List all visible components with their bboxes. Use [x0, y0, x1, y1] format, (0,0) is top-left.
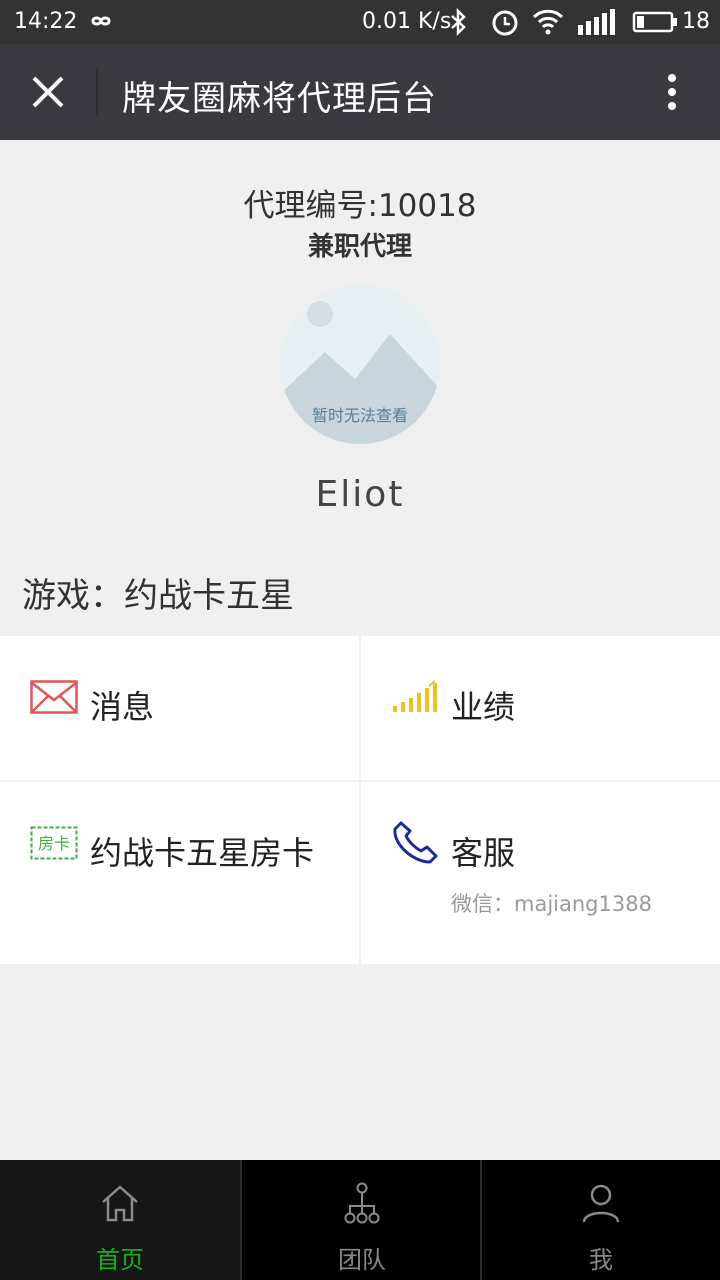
- agent-id: 代理编号:10018: [243, 188, 477, 224]
- user-icon: [581, 1182, 621, 1226]
- battery-icon: [632, 11, 678, 39]
- room-card-icon-text: 房卡: [38, 834, 70, 853]
- wifi-icon: [532, 9, 564, 41]
- bluetooth-icon: [448, 7, 470, 42]
- game-label: 游戏：约战卡五星: [22, 576, 294, 616]
- team-icon: [342, 1182, 382, 1226]
- title-bar: 牌友圈麻将代理后台: [0, 44, 720, 140]
- bar-chart-icon: [391, 680, 439, 718]
- home-icon: [100, 1182, 140, 1226]
- performance-label: 业绩: [451, 688, 516, 726]
- status-time: 14:22: [14, 9, 78, 34]
- agent-type: 兼职代理: [307, 232, 412, 262]
- messages-cell[interactable]: 消息: [0, 636, 359, 780]
- profile-section: 代理编号:10018 兼职代理 暂时无法查看 Eliot 游戏：约战卡五星: [0, 140, 720, 636]
- status-bar: 14:22 0.01 K/s 18: [0, 0, 720, 44]
- tab-team-label: 团队: [338, 1246, 386, 1274]
- battery-level: 18: [682, 9, 710, 34]
- title-divider: [96, 68, 98, 116]
- room-card-label: 约战卡五星房卡: [90, 834, 315, 872]
- wechat-id: 微信：majiang1388: [451, 892, 652, 916]
- tab-home[interactable]: 首页: [0, 1160, 240, 1280]
- mail-icon: [30, 680, 78, 718]
- room-card-icon: 房卡: [30, 826, 78, 864]
- tab-bar: 首页 团队 我: [0, 1160, 720, 1280]
- close-icon[interactable]: [28, 72, 68, 112]
- infinity-icon: [84, 10, 118, 38]
- customer-service-cell[interactable]: 客服 微信：majiang1388: [361, 782, 720, 964]
- username: Eliot: [315, 474, 405, 515]
- tab-me[interactable]: 我: [482, 1160, 720, 1280]
- network-speed: 0.01 K/s: [362, 9, 452, 34]
- customer-service-label: 客服: [451, 834, 516, 872]
- tab-me-label: 我: [589, 1246, 613, 1274]
- signal-icon: [576, 9, 616, 41]
- performance-cell[interactable]: 业绩: [361, 636, 720, 780]
- phone-icon: [391, 820, 439, 870]
- tab-home-label: 首页: [96, 1246, 144, 1274]
- menu-grid: 消息 业绩 房卡 约战卡五星房卡 客服 微信：majiang1388: [0, 636, 720, 964]
- messages-label: 消息: [90, 688, 155, 726]
- more-options-icon[interactable]: [660, 72, 684, 112]
- page-title: 牌友圈麻将代理后台: [122, 79, 437, 119]
- room-card-cell[interactable]: 房卡 约战卡五星房卡: [0, 782, 359, 964]
- alarm-icon: [490, 8, 520, 42]
- avatar: 暂时无法查看: [280, 284, 440, 444]
- tab-team[interactable]: 团队: [242, 1160, 482, 1280]
- avatar-placeholder-text: 暂时无法查看: [311, 406, 408, 425]
